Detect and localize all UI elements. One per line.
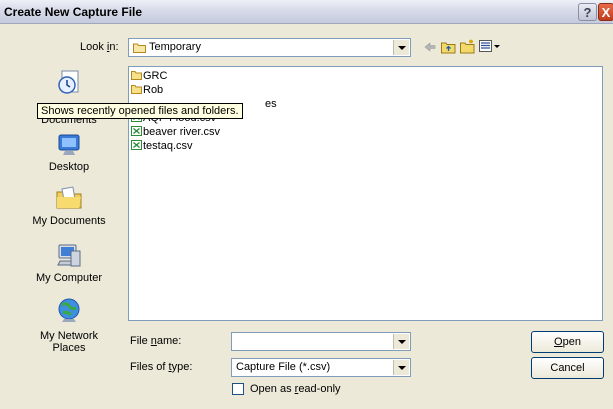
list-item[interactable]: Rob [131, 84, 163, 97]
file-type-dropdown[interactable]: Capture File (*.csv) [231, 358, 411, 377]
place-recent-documents[interactable]: My Documents [18, 68, 120, 126]
file-name-label: File name: [130, 335, 181, 347]
place-desktop[interactable]: Desktop [18, 130, 120, 173]
back-arrow-icon[interactable] [423, 40, 437, 54]
read-only-label-pre: Open as [250, 383, 295, 395]
place-my-computer[interactable]: My Computer [18, 241, 120, 284]
up-folder-icon[interactable] [441, 40, 456, 54]
place-network-line1: My Network [39, 330, 99, 342]
desktop-icon [58, 134, 80, 155]
place-my-documents[interactable]: My Documents [18, 184, 120, 227]
open-button[interactable]: Open [531, 331, 604, 353]
list-item[interactable]: es [265, 98, 277, 111]
place-desktop-label: Desktop [48, 161, 90, 173]
place-my-documents-label: My Documents [32, 215, 106, 227]
chevron-down-icon[interactable] [393, 360, 409, 375]
file-name: testaq.csv [143, 140, 193, 152]
csv-file-icon [131, 140, 142, 150]
open-button-label: pen [562, 336, 581, 348]
file-type-label-pre: Files of [130, 361, 169, 373]
place-network-places[interactable]: My Network Places [18, 296, 120, 354]
folder-icon [133, 43, 146, 53]
dialog-title: Create New Capture File [4, 5, 143, 19]
chevron-down-icon[interactable] [393, 40, 409, 55]
list-item[interactable]: testaq.csv [131, 140, 193, 153]
my-documents-icon [56, 186, 82, 209]
look-in-dropdown[interactable]: Temporary [128, 38, 411, 57]
read-only-label-post: ead-only [298, 383, 341, 395]
list-item[interactable]: beaver river.csv [131, 126, 220, 139]
help-button[interactable]: ? [578, 3, 597, 21]
view-menu-icon[interactable] [479, 39, 501, 54]
file-type-value: Capture File (*.csv) [236, 361, 331, 373]
file-type-label-post: ype: [171, 361, 193, 373]
chevron-down-icon[interactable] [393, 334, 409, 349]
title-bar[interactable]: Create New Capture File ? X [0, 0, 613, 24]
file-name: GRC [143, 70, 168, 82]
look-in-value: Temporary [149, 41, 201, 53]
cancel-button[interactable]: Cancel [531, 357, 604, 379]
place-network-line2: Places [52, 342, 86, 354]
network-places-icon [58, 298, 80, 322]
my-computer-icon [57, 244, 81, 267]
place-my-computer-label: My Computer [35, 272, 103, 284]
file-name: Rob [143, 84, 164, 96]
csv-file-icon [131, 126, 142, 136]
list-item[interactable]: GRC [131, 70, 167, 83]
create-capture-file-dialog: Create New Capture File ? X Look in: Tem… [0, 0, 613, 409]
open-button-accel: O [554, 336, 563, 348]
close-button[interactable]: X [598, 3, 613, 21]
file-name-field[interactable] [231, 332, 411, 351]
file-type-label: Files of type: [130, 361, 192, 373]
look-in-label-pre: Look [80, 41, 107, 53]
file-name-label-post: ame: [156, 335, 182, 347]
file-name: beaver river.csv [143, 126, 221, 138]
folder-icon [131, 85, 142, 94]
read-only-label[interactable]: Open as read-only [250, 383, 341, 395]
tooltip: Shows recently opened files and folders. [37, 103, 243, 119]
folder-icon [131, 71, 142, 80]
read-only-checkbox[interactable] [232, 383, 244, 395]
file-name-label-pre: File [130, 335, 151, 347]
look-in-label: Look in: [80, 41, 119, 53]
file-name: es [265, 98, 277, 110]
look-in-label-post: n: [109, 41, 119, 53]
recent-documents-icon [58, 70, 79, 94]
new-folder-icon[interactable] [460, 39, 476, 54]
